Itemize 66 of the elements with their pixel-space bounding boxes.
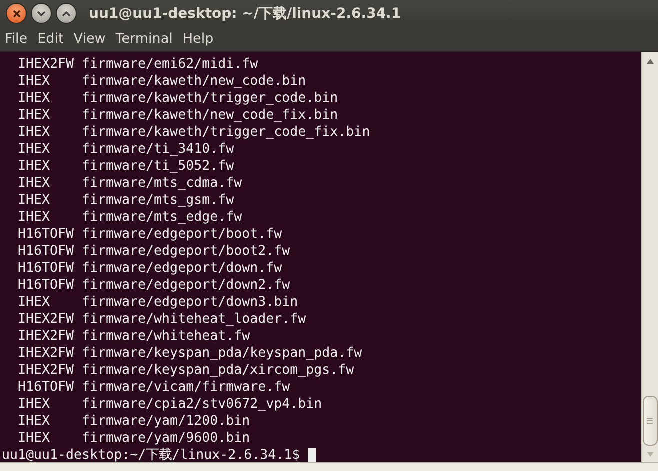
file-path: firmware/ti_3410.fw <box>82 141 234 158</box>
file-path: firmware/keyspan_pda/xircom_pgs.fw <box>82 362 354 379</box>
build-step: IHEX <box>18 90 82 107</box>
file-path: firmware/edgeport/boot2.fw <box>82 243 290 260</box>
build-step: IHEX2FW <box>18 311 82 328</box>
build-step: H16TOFW <box>18 379 82 396</box>
build-step: IHEX <box>18 175 82 192</box>
file-path: firmware/vicam/firmware.fw <box>82 379 290 396</box>
file-path: firmware/keyspan_pda/keyspan_pda.fw <box>82 345 362 362</box>
build-step: IHEX <box>18 141 82 158</box>
build-step: IHEX <box>18 413 82 430</box>
build-step: IHEX <box>18 107 82 124</box>
file-path: firmware/kaweth/new_code_fix.bin <box>82 107 338 124</box>
close-icon <box>12 10 20 18</box>
build-step: IHEX2FW <box>18 328 82 345</box>
build-step: H16TOFW <box>18 243 82 260</box>
build-step: IHEX <box>18 396 82 413</box>
file-path: firmware/mts_gsm.fw <box>82 192 234 209</box>
file-path: firmware/kaweth/new_code.bin <box>82 73 306 90</box>
grip-icon <box>647 418 653 424</box>
file-path: firmware/edgeport/down2.fw <box>82 277 290 294</box>
menu-item[interactable]: View <box>70 29 110 49</box>
build-step: H16TOFW <box>18 277 82 294</box>
file-path: firmware/edgeport/down3.bin <box>82 294 298 311</box>
menu-item[interactable]: Edit <box>34 29 68 49</box>
menu-item[interactable]: Help <box>178 29 218 49</box>
build-step: IHEX <box>18 294 82 311</box>
build-step: IHEX <box>18 209 82 226</box>
file-path: firmware/whiteheat.fw <box>82 328 250 345</box>
build-step: IHEX2FW <box>18 345 82 362</box>
scroll-thumb[interactable] <box>642 396 658 446</box>
file-path: firmware/kaweth/trigger_code.bin <box>82 90 338 107</box>
file-path: firmware/mts_cdma.fw <box>82 175 242 192</box>
arrow-down-icon <box>646 452 654 457</box>
maximize-button[interactable] <box>56 3 77 24</box>
window-title: uu1@uu1-desktop: ~/下载/linux-2.6.34.1 <box>89 4 402 22</box>
chevron-up-icon <box>62 10 71 16</box>
file-path: firmware/edgeport/boot.fw <box>82 226 282 243</box>
arrow-up-icon <box>646 59 654 64</box>
file-path: firmware/mts_edge.fw <box>82 209 242 226</box>
chevron-down-icon <box>37 10 46 16</box>
text-cursor <box>308 448 316 463</box>
build-step: IHEX2FW <box>18 56 82 73</box>
build-step: IHEX <box>18 192 82 209</box>
build-step: H16TOFW <box>18 260 82 277</box>
terminal-area[interactable] <box>0 52 641 462</box>
file-path: firmware/edgeport/down.fw <box>82 260 282 277</box>
file-path: firmware/yam/9600.bin <box>82 430 250 447</box>
build-step: IHEX <box>18 73 82 90</box>
build-step: IHEX <box>18 124 82 141</box>
menu-item[interactable]: Terminal <box>112 29 177 49</box>
file-path: firmware/emi62/midi.fw <box>82 56 258 73</box>
build-step: IHEX2FW <box>18 362 82 379</box>
minimize-button[interactable] <box>31 3 52 24</box>
file-path: firmware/kaweth/trigger_code_fix.bin <box>82 124 370 141</box>
file-path: firmware/ti_5052.fw <box>82 158 234 175</box>
shell-prompt: uu1@uu1-desktop:~/下载/linux-2.6.34.1$ <box>2 447 300 464</box>
menu-item[interactable]: File <box>1 29 32 49</box>
build-step: IHEX <box>18 430 82 447</box>
build-step: H16TOFW <box>18 226 82 243</box>
file-path: firmware/yam/1200.bin <box>82 413 250 430</box>
close-button[interactable] <box>6 3 27 24</box>
file-path: firmware/cpia2/stv0672_vp4.bin <box>82 396 322 413</box>
scrollbar[interactable] <box>641 52 658 462</box>
file-path: firmware/whiteheat_loader.fw <box>82 311 306 328</box>
build-step: IHEX <box>18 158 82 175</box>
